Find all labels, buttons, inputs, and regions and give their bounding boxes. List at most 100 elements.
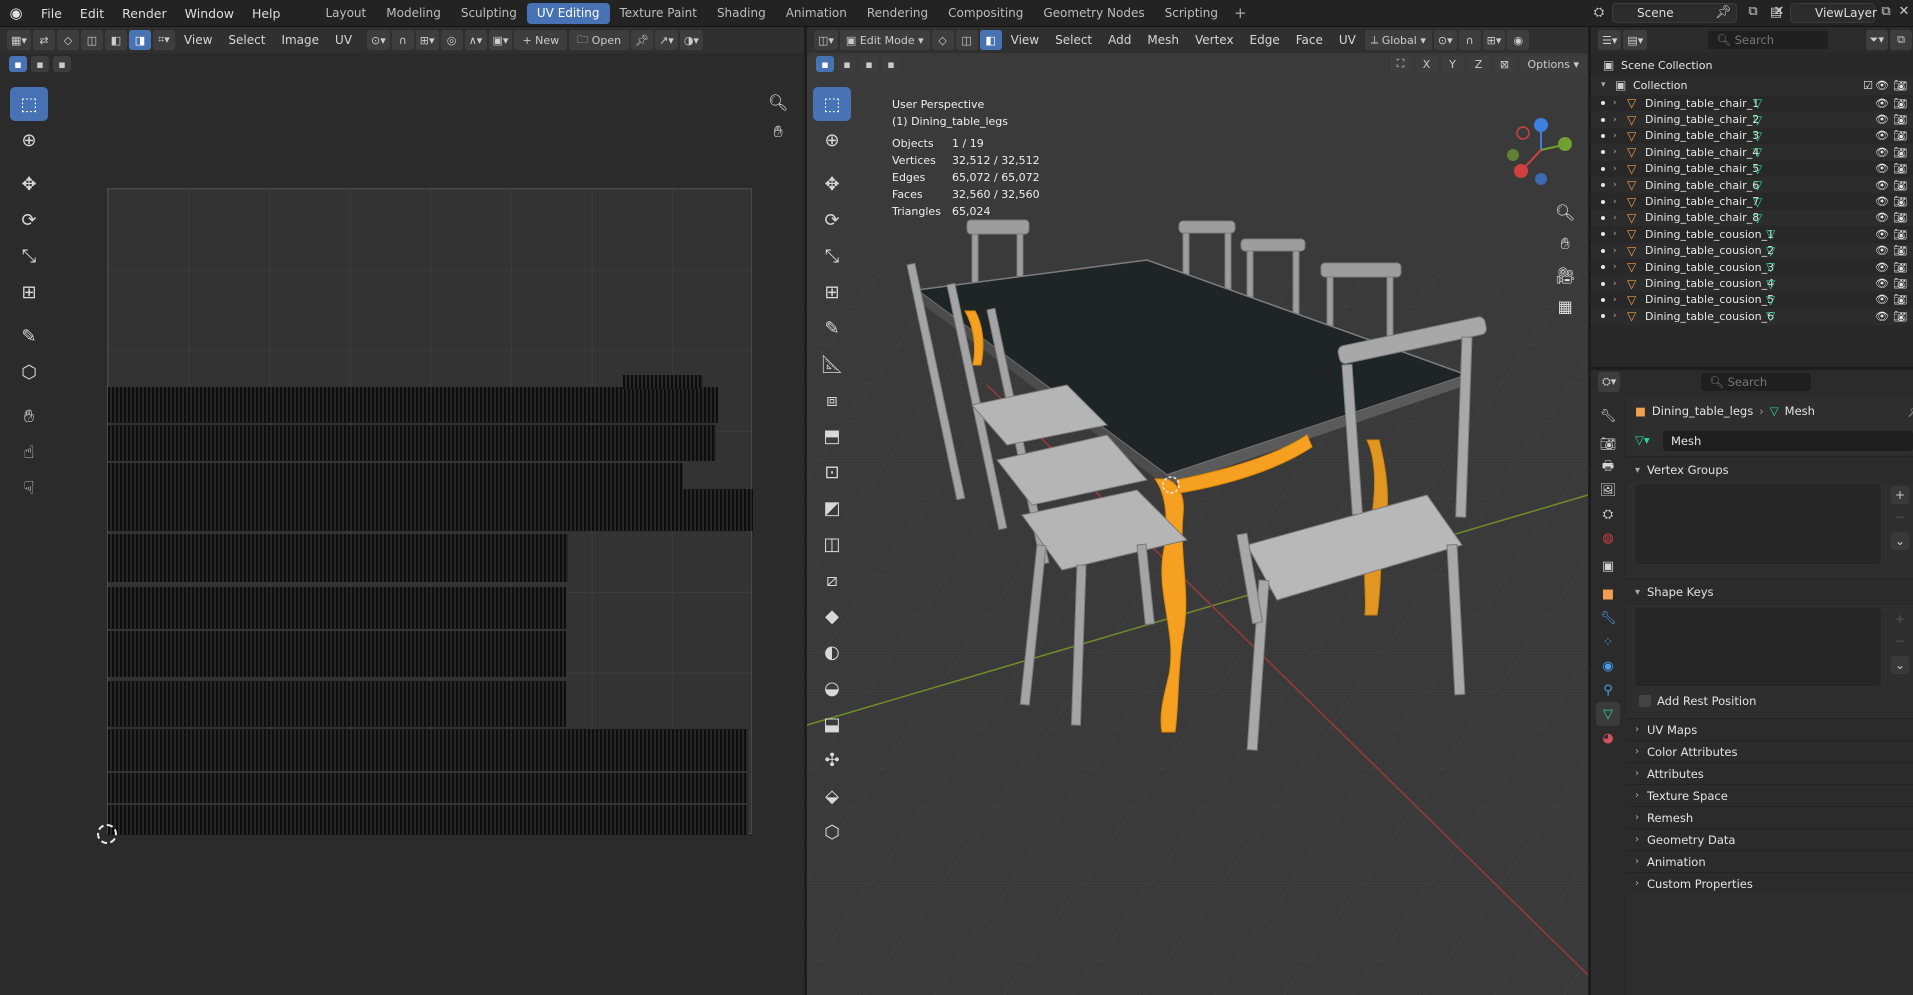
checkbox-icon[interactable]: ☑	[1863, 79, 1873, 92]
expand-arrow-icon[interactable]: ›	[1613, 147, 1617, 157]
pivot-icon[interactable]: ⊙▾	[1433, 30, 1457, 50]
shape-keys-section[interactable]: ▾ Shape Keys	[1627, 578, 1913, 605]
vertex-select-icon[interactable]: ◇	[56, 30, 79, 50]
shape-key-menu-icon[interactable]: ⌄	[1891, 656, 1909, 674]
add-rest-position-row[interactable]: Add Rest Position	[1639, 694, 1756, 708]
expand-arrow-icon[interactable]: ›	[1613, 262, 1617, 272]
camera-icon[interactable]: 📷︎	[1893, 179, 1907, 192]
outliner-item[interactable]: › ▽ Dining_table_chair_2 ▽ 👁︎ 📷︎	[1591, 111, 1913, 128]
vp-menu-face[interactable]: Face	[1288, 33, 1331, 47]
snap-target-icon[interactable]: ⊞▾	[1482, 30, 1506, 50]
menu-render[interactable]: Render	[113, 0, 176, 27]
mirror-icon[interactable]: ⛶	[1389, 56, 1412, 72]
add-workspace-icon[interactable]: +	[1228, 4, 1253, 22]
visibility-dot-icon[interactable]	[1601, 183, 1605, 188]
workspace-tab-sculpting[interactable]: Sculpting	[451, 3, 527, 24]
vp-menu-select[interactable]: Select	[1047, 33, 1100, 47]
camera-icon[interactable]: 📷︎	[1893, 113, 1907, 126]
expand-arrow-icon[interactable]: ›	[1613, 213, 1617, 223]
sticky-select-icon[interactable]: ⌗▾	[152, 30, 175, 50]
camera-icon[interactable]: 📷︎	[1893, 79, 1907, 92]
camera-icon[interactable]: 📷︎	[1893, 310, 1907, 323]
eye-icon[interactable]: 👁︎	[1875, 261, 1889, 274]
modifier-tab-icon[interactable]: 🔧︎	[1596, 606, 1620, 630]
snap-icon[interactable]: ∩	[391, 30, 414, 50]
collection-row[interactable]: ▾ ▣ Collection ☑ 👁︎ 📷︎	[1591, 75, 1913, 95]
vp-menu-vertex[interactable]: Vertex	[1187, 33, 1242, 47]
expand-arrow-icon[interactable]: ›	[1613, 229, 1617, 239]
outliner-item[interactable]: › ▽ Dining_table_chair_8 ▽ 👁︎ 📷︎	[1591, 209, 1913, 227]
eye-icon[interactable]: 👁︎	[1875, 79, 1889, 92]
falloff-icon[interactable]: ∧▾	[464, 30, 487, 50]
camera-icon[interactable]: 📷︎	[1893, 97, 1907, 110]
section-remesh[interactable]: › Remesh	[1627, 806, 1913, 828]
eye-icon[interactable]: 👁︎	[1875, 195, 1889, 208]
section-geometry-data[interactable]: › Geometry Data	[1627, 828, 1913, 850]
add-vertex-group-icon[interactable]: +	[1891, 486, 1909, 504]
gizmo-toggle-icon[interactable]: ↗▾	[655, 30, 678, 50]
orientation-selector[interactable]: ⟂ Global ▾	[1364, 30, 1432, 50]
mesh-data-icon[interactable]: ▽	[1766, 293, 1775, 307]
zoom-icon[interactable]: 🔍︎	[768, 93, 788, 112]
visibility-dot-icon[interactable]	[1601, 166, 1605, 171]
snap-icon[interactable]: ∩	[1458, 30, 1481, 50]
section-attributes[interactable]: › Attributes	[1627, 762, 1913, 784]
constraints-tab-icon[interactable]: ⚲	[1596, 678, 1620, 702]
outliner-item[interactable]: › ▽ Dining_table_chair_6 ▽ 👁︎ 📷︎	[1591, 177, 1913, 194]
eye-icon[interactable]: 👁︎	[1875, 211, 1889, 224]
relax-tool-icon[interactable]: ☝︎	[10, 435, 48, 469]
expand-arrow-icon[interactable]: ›	[1613, 197, 1617, 207]
rip-region-tool-icon[interactable]: ⬡	[813, 815, 851, 849]
eye-icon[interactable]: 👁︎	[1875, 113, 1889, 126]
editor-type-icon[interactable]: ◫▾	[814, 30, 838, 50]
vp-menu-add[interactable]: Add	[1100, 33, 1139, 47]
particles-tab-icon[interactable]: ⁘	[1596, 630, 1620, 654]
workspace-tab-rendering[interactable]: Rendering	[857, 3, 938, 24]
vertex-groups-list[interactable]	[1635, 484, 1881, 564]
workspace-tab-texture-paint[interactable]: Texture Paint	[610, 3, 707, 24]
camera-icon[interactable]: 📷︎	[1893, 146, 1907, 159]
edge-select-icon[interactable]: ◫	[80, 30, 103, 50]
expand-arrow-icon[interactable]: ›	[1613, 131, 1617, 141]
uv-menu-select[interactable]: Select	[220, 33, 273, 47]
snap-target-icon[interactable]: ⊞▾	[415, 30, 439, 50]
collection-tab-icon[interactable]: ▣	[1596, 554, 1620, 578]
editor-type-icon[interactable]: ☰▾	[1598, 30, 1622, 50]
mesh-browse-icon[interactable]: ▽▾	[1635, 433, 1650, 447]
measure-tool-icon[interactable]: 📐︎	[813, 347, 851, 381]
vp-menu-mesh[interactable]: Mesh	[1139, 33, 1187, 47]
shrink-fatten-tool-icon[interactable]: ✣	[813, 743, 851, 777]
visibility-dot-icon[interactable]	[1601, 297, 1605, 302]
expand-arrow-icon[interactable]: ›	[1613, 115, 1617, 125]
select-new-icon[interactable]: ▪	[9, 56, 27, 72]
select-box-tool-icon[interactable]: ⬚	[10, 87, 48, 121]
mesh-data-icon[interactable]: ▽	[1766, 260, 1775, 274]
mesh-data-icon[interactable]: ▽	[1753, 178, 1762, 192]
visibility-dot-icon[interactable]	[1601, 314, 1605, 319]
select-subtract-icon[interactable]: ▪	[860, 56, 878, 72]
visibility-dot-icon[interactable]	[1601, 199, 1605, 204]
proportional-edit-icon[interactable]: ◎	[440, 30, 463, 50]
viewlayer-selector[interactable]: ViewLayer	[1790, 3, 1877, 23]
shape-keys-list[interactable]	[1635, 608, 1881, 686]
vertex-group-menu-icon[interactable]: ⌄	[1891, 532, 1909, 550]
loop-cut-tool-icon[interactable]: ◫	[813, 527, 851, 561]
visibility-dot-icon[interactable]	[1601, 281, 1605, 286]
workspace-tab-modeling[interactable]: Modeling	[376, 3, 451, 24]
scale-tool-icon[interactable]: ⤡	[813, 239, 851, 273]
mesh-data-icon[interactable]: ▽	[1753, 145, 1762, 159]
expand-arrow-icon[interactable]: ›	[1613, 180, 1617, 190]
overlay-toggle-icon[interactable]: ◑▾	[679, 30, 703, 50]
spin-tool-icon[interactable]: ◐	[813, 635, 851, 669]
outliner-item[interactable]: › ▽ Dining_table_cousion_6 ▽ 👁︎ 📷︎	[1591, 308, 1913, 325]
remove-vertex-group-icon[interactable]: −	[1891, 508, 1909, 526]
expand-arrow-icon[interactable]: ›	[1613, 279, 1617, 289]
scale-tool-icon[interactable]: ⤡	[10, 239, 48, 273]
select-invert-icon[interactable]: ▪	[882, 56, 900, 72]
transform-tool-icon[interactable]: ⊞	[10, 275, 48, 309]
open-image-button[interactable]: 🗀︎ Open	[569, 30, 630, 50]
scene-collection-row[interactable]: ▣ Scene Collection	[1591, 55, 1913, 75]
section-animation[interactable]: › Animation	[1627, 850, 1913, 872]
outliner-item[interactable]: › ▽ Dining_table_chair_7 ▽ 👁︎ 📷︎	[1591, 193, 1913, 209]
vp-menu-edge[interactable]: Edge	[1242, 33, 1288, 47]
